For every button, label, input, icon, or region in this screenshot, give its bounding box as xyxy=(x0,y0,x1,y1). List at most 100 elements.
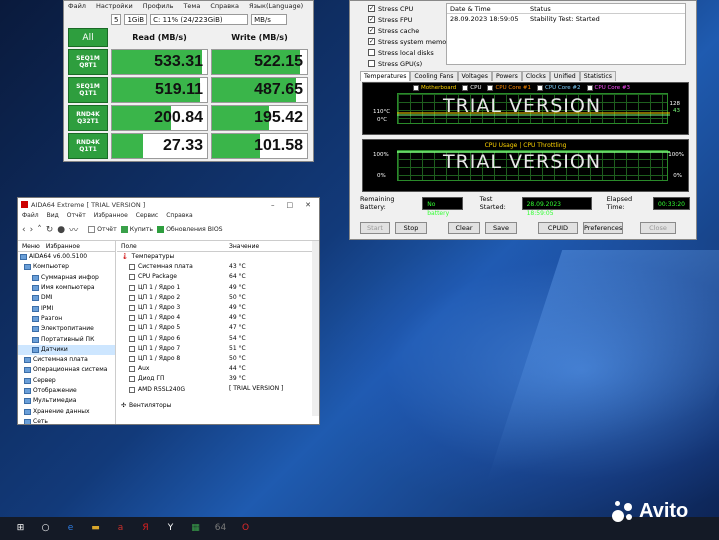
user-icon[interactable]: ● xyxy=(57,225,65,235)
col-field[interactable]: Поле xyxy=(117,241,229,251)
sensor-row[interactable]: ЦП 1 / Ядро 7 51 °C xyxy=(117,344,319,354)
graph-tab[interactable]: Temperatures xyxy=(360,71,411,81)
taskbar-app-icon[interactable]: Y xyxy=(164,522,177,535)
legend-item[interactable]: ✓ CPU Core #2 xyxy=(537,85,581,92)
graph-tab[interactable]: Statistics xyxy=(579,71,617,81)
refresh-icon[interactable]: ↻ xyxy=(46,225,54,235)
cdm-all-button[interactable]: All xyxy=(68,28,108,47)
start-button[interactable]: Start xyxy=(360,222,390,234)
tree-item[interactable]: Мультимедиа xyxy=(18,396,115,406)
sensor-row[interactable]: ЦП 1 / Ядро 5 47 °C xyxy=(117,323,319,333)
tree-item[interactable]: DMI xyxy=(18,293,115,303)
legend-checkbox[interactable]: ✓ xyxy=(487,85,494,92)
bios-update-button[interactable]: Обновления BIOS xyxy=(157,226,223,233)
tree-item[interactable]: Портативный ПК xyxy=(18,334,115,344)
tree-item[interactable]: Разгон xyxy=(18,314,115,324)
checkbox[interactable]: ✓ xyxy=(368,16,375,23)
stress-option[interactable]: ✓ Stress CPU xyxy=(368,3,458,14)
sensor-row[interactable]: AMD R5SL240G [ TRIAL VERSION ] xyxy=(117,384,319,394)
taskbar-app-icon[interactable]: O xyxy=(239,522,252,535)
sensor-row[interactable]: ЦП 1 / Ядро 2 50 °C xyxy=(117,293,319,303)
sensor-row[interactable]: ЦП 1 / Ядро 4 49 °C xyxy=(117,313,319,323)
graph-tab[interactable]: Voltages xyxy=(457,71,492,81)
cdm-menu-settings[interactable]: Настройки xyxy=(96,1,133,12)
legend-item[interactable]: ✓ CPU Core #1 xyxy=(487,85,531,92)
taskbar-app-icon[interactable]: ▦ xyxy=(189,522,202,535)
menu-view[interactable]: Вид xyxy=(47,211,59,221)
cdm-drive-select[interactable]: C: 11% (24/223GiB) xyxy=(150,13,249,25)
close-icon[interactable]: ✕ xyxy=(305,201,311,209)
sensor-row[interactable]: ЦП 1 / Ядро 6 54 °C xyxy=(117,334,319,344)
group-fans[interactable]: ✣ Вентиляторы xyxy=(117,401,319,411)
menu-help[interactable]: Справка xyxy=(166,211,192,221)
tree-item[interactable]: Хранение данных xyxy=(18,406,115,416)
chart-icon[interactable]: 〰 xyxy=(69,223,78,236)
menu-favorites[interactable]: Избранное xyxy=(94,211,128,221)
legend-item[interactable]: ✓ CPU Core #3 xyxy=(586,85,630,92)
tree-item[interactable]: Сеть xyxy=(18,417,115,424)
tab-favorites[interactable]: Избранное xyxy=(46,243,80,250)
up-icon[interactable]: ˄ xyxy=(37,225,42,235)
back-icon[interactable]: ‹ xyxy=(22,225,26,235)
col-value[interactable]: Значение xyxy=(229,241,259,251)
tree-item[interactable]: Системная плата xyxy=(18,355,115,365)
tree-item[interactable]: Электропитание xyxy=(18,324,115,334)
tree-item[interactable]: IPMI xyxy=(18,303,115,313)
group-temperatures[interactable]: 🌡 Температуры xyxy=(117,252,319,262)
legend-checkbox[interactable]: ✓ xyxy=(462,85,468,92)
menu-service[interactable]: Сервис xyxy=(136,211,158,221)
cdm-test-button[interactable]: RND4K Q1T1 xyxy=(68,133,108,159)
taskbar-app-icon[interactable]: ○ xyxy=(39,522,52,535)
sensor-row[interactable]: Aux 44 °C xyxy=(117,364,319,374)
tree-item[interactable]: Компьютер xyxy=(18,262,115,272)
close-button[interactable]: Close xyxy=(640,222,676,234)
graph-tab[interactable]: Cooling Fans xyxy=(410,71,458,81)
stress-option[interactable]: Stress local disks xyxy=(368,47,458,58)
cdm-menu-profile[interactable]: Профиль xyxy=(143,1,174,12)
sensor-row[interactable]: ЦП 1 / Ядро 8 50 °C xyxy=(117,354,319,364)
cdm-menu-language[interactable]: Язык(Language) xyxy=(249,1,303,12)
taskbar-app-icon[interactable]: ⊞ xyxy=(14,522,27,535)
sensor-row[interactable]: ЦП 1 / Ядро 3 49 °C xyxy=(117,303,319,313)
checkbox[interactable]: ✓ xyxy=(368,27,375,34)
cpuid-button[interactable]: CPUID xyxy=(538,222,578,234)
cdm-menu-file[interactable]: Файл xyxy=(68,1,86,12)
graph-tab[interactable]: Unified xyxy=(549,71,580,81)
sensor-row[interactable]: Системная плата 43 °C xyxy=(117,262,319,272)
menu-file[interactable]: Файл xyxy=(22,211,39,221)
report-button[interactable]: Отчёт xyxy=(88,226,117,233)
minimize-icon[interactable]: – xyxy=(271,201,275,209)
taskbar-app-icon[interactable]: Я xyxy=(139,522,152,535)
cdm-test-button[interactable]: SEQ1M Q8T1 xyxy=(68,49,108,75)
graph-tab[interactable]: Powers xyxy=(491,71,522,81)
cdm-menu-theme[interactable]: Тема xyxy=(183,1,200,12)
taskbar-app-icon[interactable]: a xyxy=(114,522,127,535)
menu-report[interactable]: Отчёт xyxy=(67,211,86,221)
sensor-row[interactable]: Диод ГП 39 °C xyxy=(117,374,319,384)
cdm-count-select[interactable]: 5 xyxy=(111,13,122,25)
tree-item[interactable]: Отображение xyxy=(18,386,115,396)
taskbar-app-icon[interactable]: ▬ xyxy=(89,522,102,535)
stop-button[interactable]: Stop xyxy=(395,222,427,234)
buy-button[interactable]: Купить xyxy=(120,226,153,233)
cdm-menu-help[interactable]: Справка xyxy=(210,1,239,12)
tree-item[interactable]: Сервер xyxy=(18,376,115,386)
cdm-test-button[interactable]: SEQ1M Q1T1 xyxy=(68,77,108,103)
tree-item[interactable]: Датчики xyxy=(18,344,115,355)
legend-item[interactable]: ✓ Motherboard xyxy=(413,85,456,92)
stress-option[interactable]: ✓ Stress system memory xyxy=(368,36,458,47)
cdm-unit-select[interactable]: MB/s xyxy=(251,13,288,25)
taskbar-app-icon[interactable]: e xyxy=(64,522,77,535)
stress-option[interactable]: Stress GPU(s) xyxy=(368,58,458,69)
checkbox[interactable]: ✓ xyxy=(368,5,375,12)
tree-item[interactable]: Операционная система xyxy=(18,365,115,375)
tree-item[interactable]: Имя компьютера xyxy=(18,283,115,293)
clear-button[interactable]: Clear xyxy=(448,222,480,234)
legend-checkbox[interactable]: ✓ xyxy=(586,85,593,92)
legend-item[interactable]: ✓ CPU xyxy=(462,85,481,92)
legend-checkbox[interactable]: ✓ xyxy=(413,85,419,92)
maximize-icon[interactable]: □ xyxy=(287,201,294,209)
graph-tab[interactable]: Clocks xyxy=(521,71,550,81)
legend-checkbox[interactable]: ✓ xyxy=(537,85,543,92)
checkbox[interactable] xyxy=(368,49,375,56)
